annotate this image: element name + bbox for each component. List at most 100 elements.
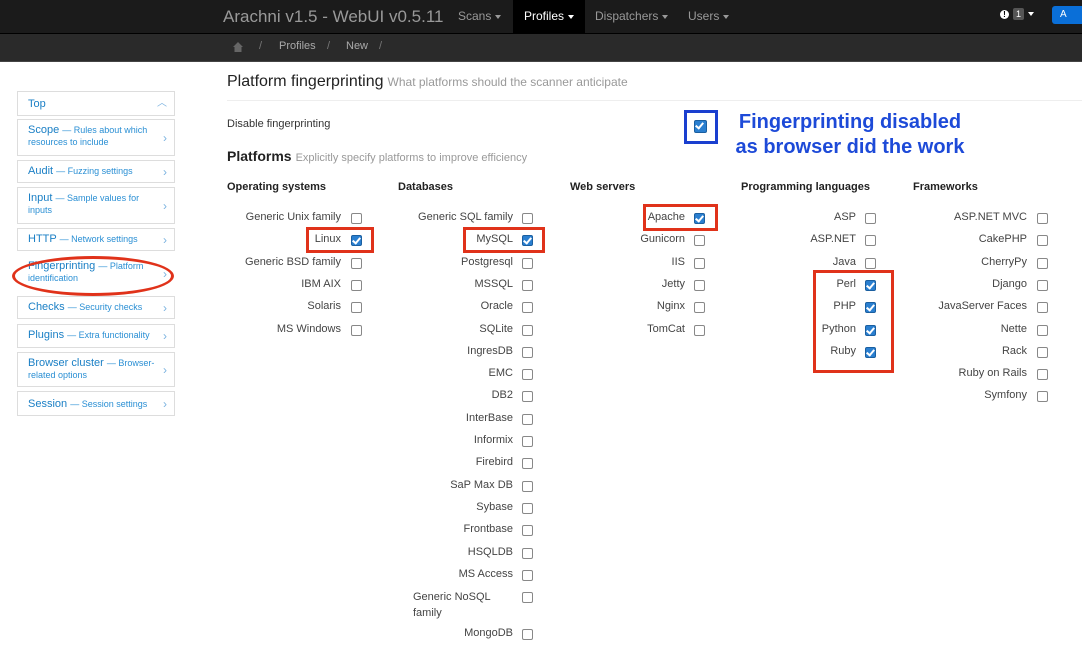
user-menu-button[interactable]: A [1052,6,1082,24]
option-label-db[interactable]: EMC [489,367,513,379]
breadcrumb-separator: / [327,40,331,52]
option-label-os[interactable]: Solaris [307,300,341,312]
nav-scans[interactable]: Scans [447,0,512,33]
option-checkbox-db[interactable] [522,458,533,470]
sidebar-item-plugins[interactable]: Plugins — Extra functionality › [17,324,175,348]
option-label-db[interactable]: MS Access [459,568,513,580]
option-checkbox-db[interactable] [522,302,533,314]
option-label-db[interactable]: MSSQL [474,278,513,290]
option-label-fw[interactable]: CakePHP [979,233,1027,245]
option-label-web[interactable]: TomCat [647,323,685,335]
option-checkbox-fw[interactable] [1037,235,1048,247]
option-label-db[interactable]: MongoDB [464,627,513,639]
sidebar-item-browser-cluster[interactable]: Browser cluster — Browser-related option… [17,352,175,387]
option-label-web[interactable]: Nginx [657,300,685,312]
option-label-db[interactable]: IngresDB [467,345,513,357]
option-checkbox-db[interactable] [522,480,533,492]
option-label-web[interactable]: Gunicorn [640,233,685,245]
option-checkbox-db[interactable] [522,369,533,381]
option-label-fw[interactable]: JavaServer Faces [938,300,1027,312]
option-label-db[interactable]: Generic NoSQL family [413,589,513,621]
option-checkbox-web[interactable] [694,257,705,269]
option-label-fw[interactable]: Django [992,278,1027,290]
option-checkbox-os[interactable] [351,279,362,291]
brand-title[interactable]: Arachni v1.5 - WebUI v0.5.11 [223,7,443,27]
option-label-web[interactable]: IIS [672,256,685,268]
option-checkbox-os[interactable] [351,324,362,336]
option-checkbox-lang[interactable] [865,213,876,224]
option-label-fw[interactable]: Nette [1001,323,1027,335]
option-label-os[interactable]: Generic Unix family [246,211,341,223]
option-checkbox-fw[interactable] [1037,346,1048,358]
option-checkbox-db[interactable] [522,525,533,537]
option-checkbox-fw[interactable] [1037,257,1048,269]
option-label-db[interactable]: HSQLDB [468,546,513,558]
option-label-os[interactable]: MS Windows [277,323,341,335]
option-checkbox-db[interactable] [522,279,533,291]
sidebar-item-http[interactable]: HTTP — Network settings › [17,228,175,251]
option-checkbox-web[interactable] [694,235,705,247]
option-checkbox-lang[interactable] [865,235,876,247]
option-label-db[interactable]: Firebird [476,456,513,468]
sidebar-item-checks[interactable]: Checks — Security checks › [17,296,175,319]
breadcrumb-profiles[interactable]: Profiles [279,40,316,52]
option-label-fw[interactable]: Rack [1002,345,1027,357]
option-checkbox-db[interactable] [522,547,533,559]
option-label-lang[interactable]: ASP.NET [810,233,856,245]
option-checkbox-os[interactable] [351,302,362,314]
option-label-web[interactable]: Jetty [662,278,685,290]
option-checkbox-db[interactable] [522,391,533,403]
option-label-db[interactable]: Sybase [476,501,513,513]
option-label-os[interactable]: Generic BSD family [245,256,341,268]
home-icon[interactable] [233,42,243,52]
notifications-toggle[interactable]: ! 1 [1000,8,1035,21]
option-checkbox-db[interactable] [522,257,533,269]
option-checkbox-fw[interactable] [1037,324,1048,336]
option-label-db[interactable]: Informix [474,434,513,446]
sidebar-item-input[interactable]: Input — Sample values for inputs › [17,187,175,224]
option-checkbox-db[interactable] [522,213,533,224]
option-checkbox-db[interactable] [522,324,533,336]
option-checkbox-db[interactable] [522,629,533,641]
nav-dispatchers[interactable]: Dispatchers [584,0,679,33]
option-label-fw[interactable]: Ruby on Rails [959,367,1027,379]
option-label-db[interactable]: InterBase [466,412,513,424]
sidebar-item-session[interactable]: Session — Session settings › [17,391,175,416]
option-label-db[interactable]: Oracle [481,300,513,312]
option-checkbox-db[interactable] [522,569,533,581]
option-label-fw[interactable]: CherryPy [981,256,1027,268]
option-checkbox-fw[interactable] [1037,279,1048,291]
option-checkbox-fw[interactable] [1037,391,1048,403]
option-checkbox-db[interactable] [522,592,533,604]
option-checkbox-db[interactable] [522,346,533,358]
nav-users[interactable]: Users [677,0,740,33]
option-checkbox-fw[interactable] [1037,302,1048,314]
option-label-db[interactable]: SQLite [479,323,513,335]
sidebar-item-scope[interactable]: Scope — Rules about which resources to i… [17,119,175,156]
option-checkbox-db[interactable] [522,413,533,425]
option-label-db[interactable]: SaP Max DB [450,479,513,491]
option-label-db[interactable]: DB2 [492,389,513,401]
option-label-fw[interactable]: Symfony [984,389,1027,401]
option-checkbox-web[interactable] [694,302,705,314]
option-checkbox-db[interactable] [522,502,533,514]
option-label-os[interactable]: IBM AIX [301,278,341,290]
option-checkbox-lang[interactable] [865,257,876,269]
option-label-db[interactable]: Frontbase [463,523,513,535]
option-checkbox-web[interactable] [694,324,705,336]
option-label-db[interactable]: Postgresql [461,256,513,268]
sidebar-item-top[interactable]: Top ︿ [17,91,175,116]
nav-profiles[interactable]: Profiles [513,0,586,33]
sidebar-item-audit[interactable]: Audit — Fuzzing settings › [17,160,175,183]
option-checkbox-web[interactable] [694,279,705,291]
option-checkbox-fw[interactable] [1037,213,1048,224]
option-label-lang[interactable]: ASP [834,211,856,223]
option-label-lang[interactable]: Java [833,256,856,268]
option-label-fw[interactable]: ASP.NET MVC [954,211,1027,223]
option-checkbox-fw[interactable] [1037,369,1048,381]
option-checkbox-os[interactable] [351,213,362,224]
annotation-highlight-linux [306,227,374,253]
option-checkbox-os[interactable] [351,257,362,269]
option-checkbox-db[interactable] [522,436,533,447]
option-label-db[interactable]: Generic SQL family [418,211,513,223]
